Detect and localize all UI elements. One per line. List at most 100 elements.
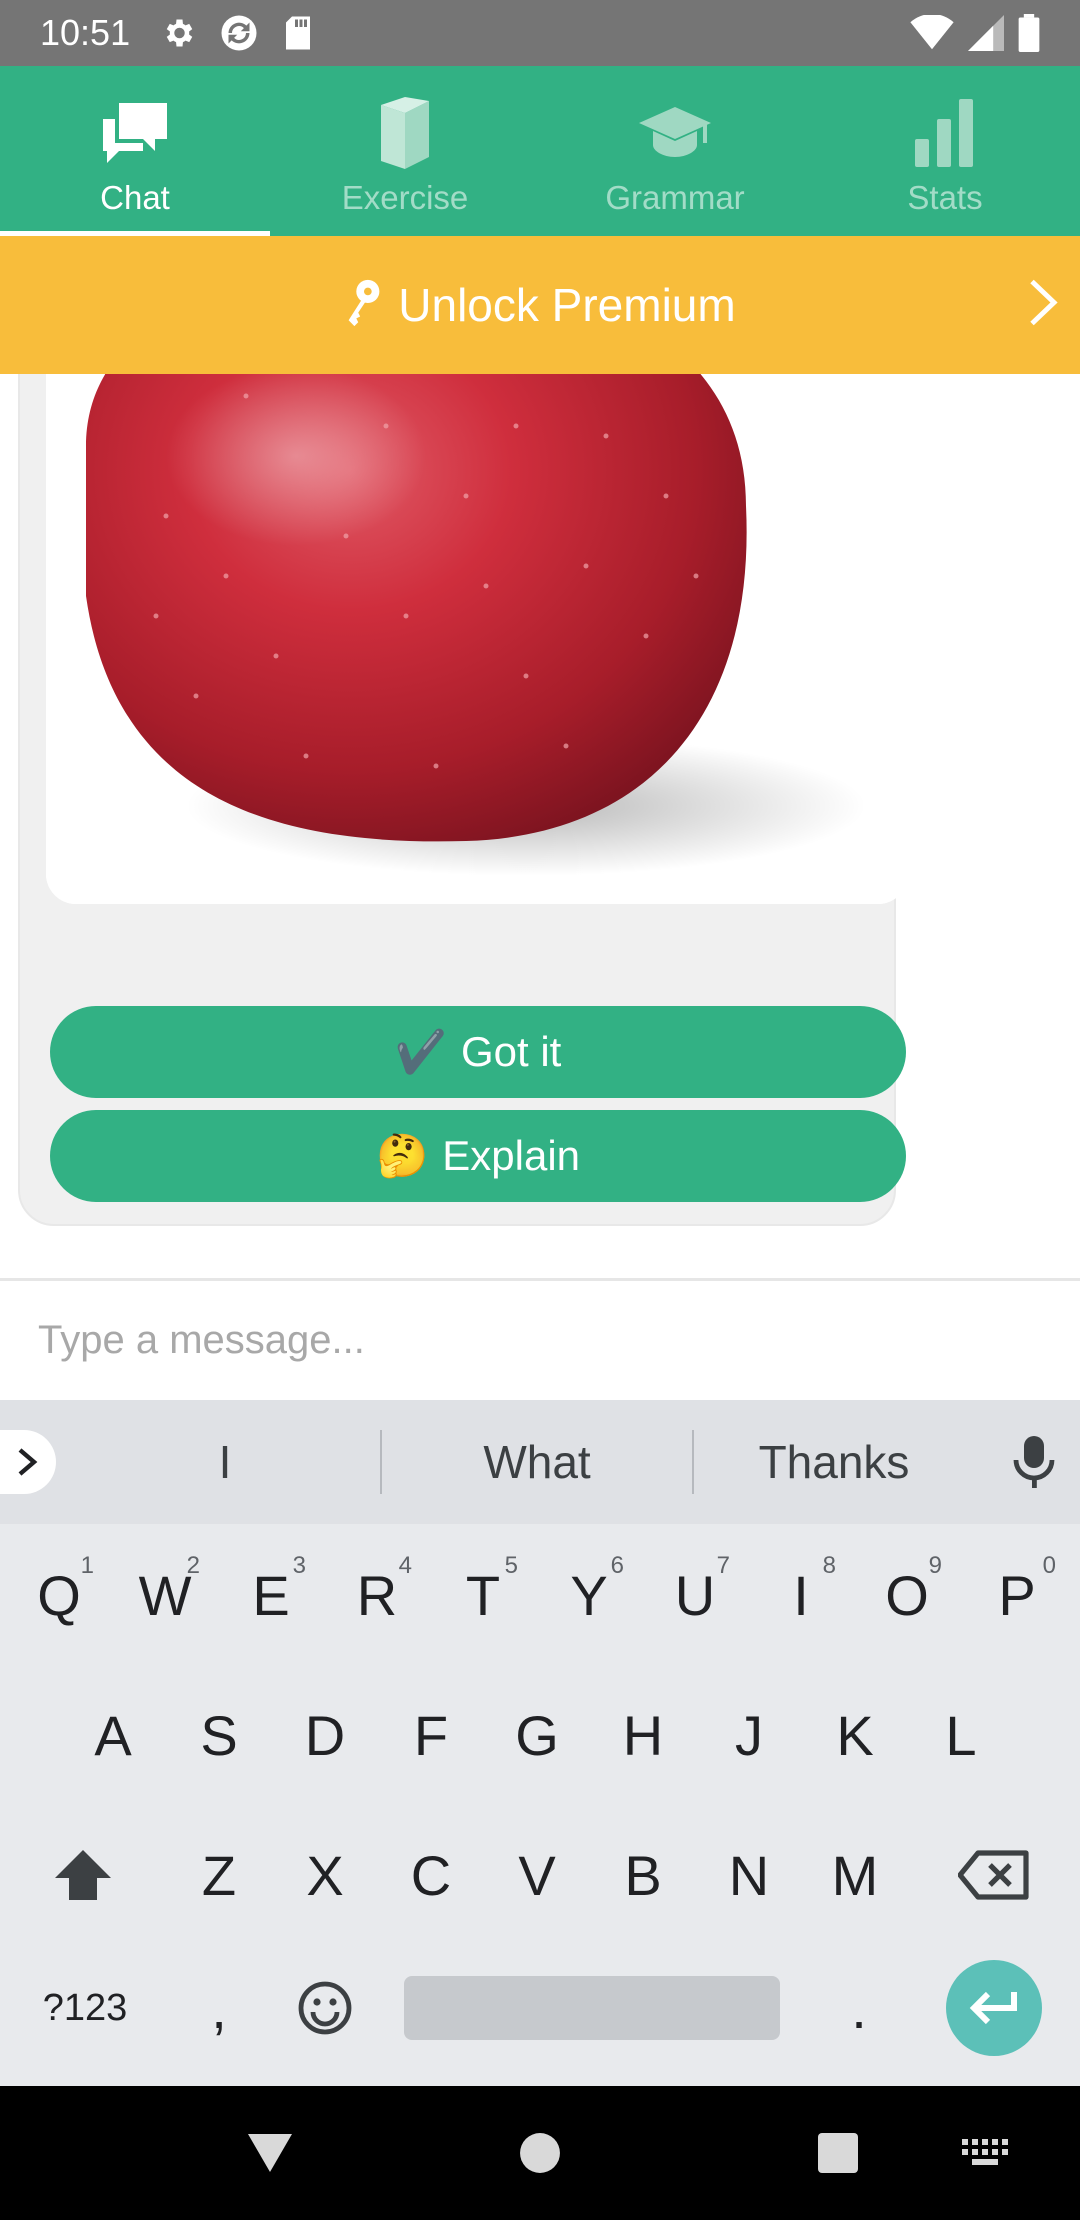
message-bubble: ✔️ Got it 🤔 Explain	[18, 374, 908, 1226]
enter-arrow-icon	[969, 1991, 1017, 2025]
tab-stats[interactable]: Stats	[810, 66, 1080, 236]
smiley-icon	[298, 1981, 352, 2035]
key-e-hint: 3	[292, 1552, 306, 1579]
explain-label: Explain	[442, 1132, 581, 1179]
tab-chat[interactable]: Chat	[0, 66, 270, 236]
key-i-label: I	[793, 1563, 809, 1627]
chat-bubbles-icon	[95, 93, 175, 173]
suggestion-1[interactable]: I	[70, 1400, 380, 1524]
key-a[interactable]: A	[68, 1680, 158, 1790]
chat-area: ✔️ Got it 🤔 Explain	[0, 374, 1080, 1278]
keyboard-switch-button[interactable]	[940, 2086, 1030, 2220]
backspace-icon	[958, 1850, 1029, 1900]
key-l[interactable]: L	[916, 1680, 1006, 1790]
key-v[interactable]: V	[492, 1820, 582, 1930]
key-y-hint: 6	[610, 1552, 624, 1579]
key-q-hint: 1	[80, 1552, 94, 1579]
signal-icon	[968, 15, 1004, 51]
key-w-hint: 2	[186, 1552, 200, 1579]
bar-chart-icon	[905, 93, 985, 173]
key-r[interactable]: R4	[334, 1540, 420, 1650]
space-bar[interactable]	[404, 1976, 780, 2040]
key-n[interactable]: N	[704, 1820, 794, 1930]
sync-icon	[218, 12, 260, 54]
wifi-icon	[910, 15, 954, 51]
back-button[interactable]	[210, 2086, 330, 2220]
key-r-label: R	[356, 1563, 398, 1627]
status-bar: 10:51	[0, 0, 1080, 66]
key-w[interactable]: W2	[122, 1540, 208, 1650]
key-t-label: T	[465, 1563, 501, 1627]
key-f[interactable]: F	[386, 1680, 476, 1790]
period-key[interactable]: .	[814, 1956, 904, 2060]
key-x[interactable]: X	[280, 1820, 370, 1930]
got-it-label: Got it	[460, 1028, 562, 1075]
key-e[interactable]: E3	[228, 1540, 314, 1650]
tab-chat-label: Chat	[100, 179, 170, 216]
key-t-hint: 5	[504, 1552, 518, 1579]
shift-key[interactable]	[38, 1820, 128, 1930]
graduation-cap-icon	[635, 93, 715, 173]
message-input-bar	[0, 1278, 1080, 1400]
message-input[interactable]	[38, 1318, 1080, 1363]
shift-arrow-icon	[55, 1850, 111, 1900]
top-nav: Chat Exercise Grammar Stats	[0, 66, 1080, 236]
microphone-icon[interactable]	[1012, 1436, 1056, 1493]
unlock-premium-banner[interactable]: Unlock Premium	[0, 236, 1080, 374]
apple-image	[46, 374, 908, 904]
key-d[interactable]: D	[280, 1680, 370, 1790]
enter-key[interactable]	[946, 1960, 1042, 2056]
tab-exercise-label: Exercise	[341, 179, 469, 216]
home-button[interactable]	[480, 2086, 600, 2220]
key-s[interactable]: S	[174, 1680, 264, 1790]
key-i[interactable]: I8	[758, 1540, 844, 1650]
message-image[interactable]	[46, 374, 908, 904]
key-u-label: U	[674, 1563, 716, 1627]
key-t[interactable]: T5	[440, 1540, 526, 1650]
premium-label: Unlock Premium	[398, 279, 736, 331]
tab-grammar[interactable]: Grammar	[540, 66, 810, 236]
key-u[interactable]: U7	[652, 1540, 738, 1650]
explain-button[interactable]: 🤔 Explain	[50, 1110, 906, 1202]
gear-icon	[160, 15, 196, 51]
status-time: 10:51	[40, 12, 131, 53]
key-p[interactable]: P0	[970, 1540, 1064, 1650]
chevron-right-icon	[1028, 278, 1058, 333]
tab-exercise[interactable]: Exercise	[270, 66, 540, 236]
home-circle-icon	[520, 2133, 560, 2173]
suggestion-2[interactable]: What	[382, 1400, 692, 1524]
key-y[interactable]: Y6	[546, 1540, 632, 1650]
key-u-hint: 7	[716, 1552, 730, 1579]
backspace-key[interactable]	[944, 1820, 1044, 1930]
key-i-hint: 8	[822, 1552, 836, 1579]
keyboard-icon	[962, 2139, 1008, 2165]
back-triangle-icon	[248, 2134, 292, 2172]
battery-icon	[1018, 14, 1040, 52]
suggestion-bar: I What Thanks	[0, 1400, 1080, 1524]
key-o[interactable]: O9	[864, 1540, 950, 1650]
key-y-label: Y	[570, 1563, 608, 1627]
recents-square-icon	[818, 2133, 858, 2173]
key-e-label: E	[252, 1563, 290, 1627]
emoji-key[interactable]	[280, 1956, 370, 2060]
suggestion-3[interactable]: Thanks	[694, 1400, 974, 1524]
key-h[interactable]: H	[598, 1680, 688, 1790]
symbols-key[interactable]: ?123	[30, 1956, 140, 2060]
key-o-label: O	[885, 1563, 929, 1627]
key-j[interactable]: J	[704, 1680, 794, 1790]
tab-stats-label: Stats	[907, 179, 983, 216]
key-b[interactable]: B	[598, 1820, 688, 1930]
key-k[interactable]: K	[810, 1680, 900, 1790]
expand-toolbar-button[interactable]	[0, 1430, 56, 1494]
key-z[interactable]: Z	[174, 1820, 264, 1930]
key-p-label: P	[998, 1563, 1036, 1627]
recents-button[interactable]	[778, 2086, 898, 2220]
key-icon	[344, 278, 384, 333]
key-g[interactable]: G	[492, 1680, 582, 1790]
key-w-label: W	[138, 1563, 192, 1627]
got-it-button[interactable]: ✔️ Got it	[50, 1006, 906, 1098]
key-q[interactable]: Q1	[16, 1540, 102, 1650]
key-c[interactable]: C	[386, 1820, 476, 1930]
comma-key[interactable]: ,	[174, 1956, 264, 2060]
key-m[interactable]: M	[810, 1820, 900, 1930]
